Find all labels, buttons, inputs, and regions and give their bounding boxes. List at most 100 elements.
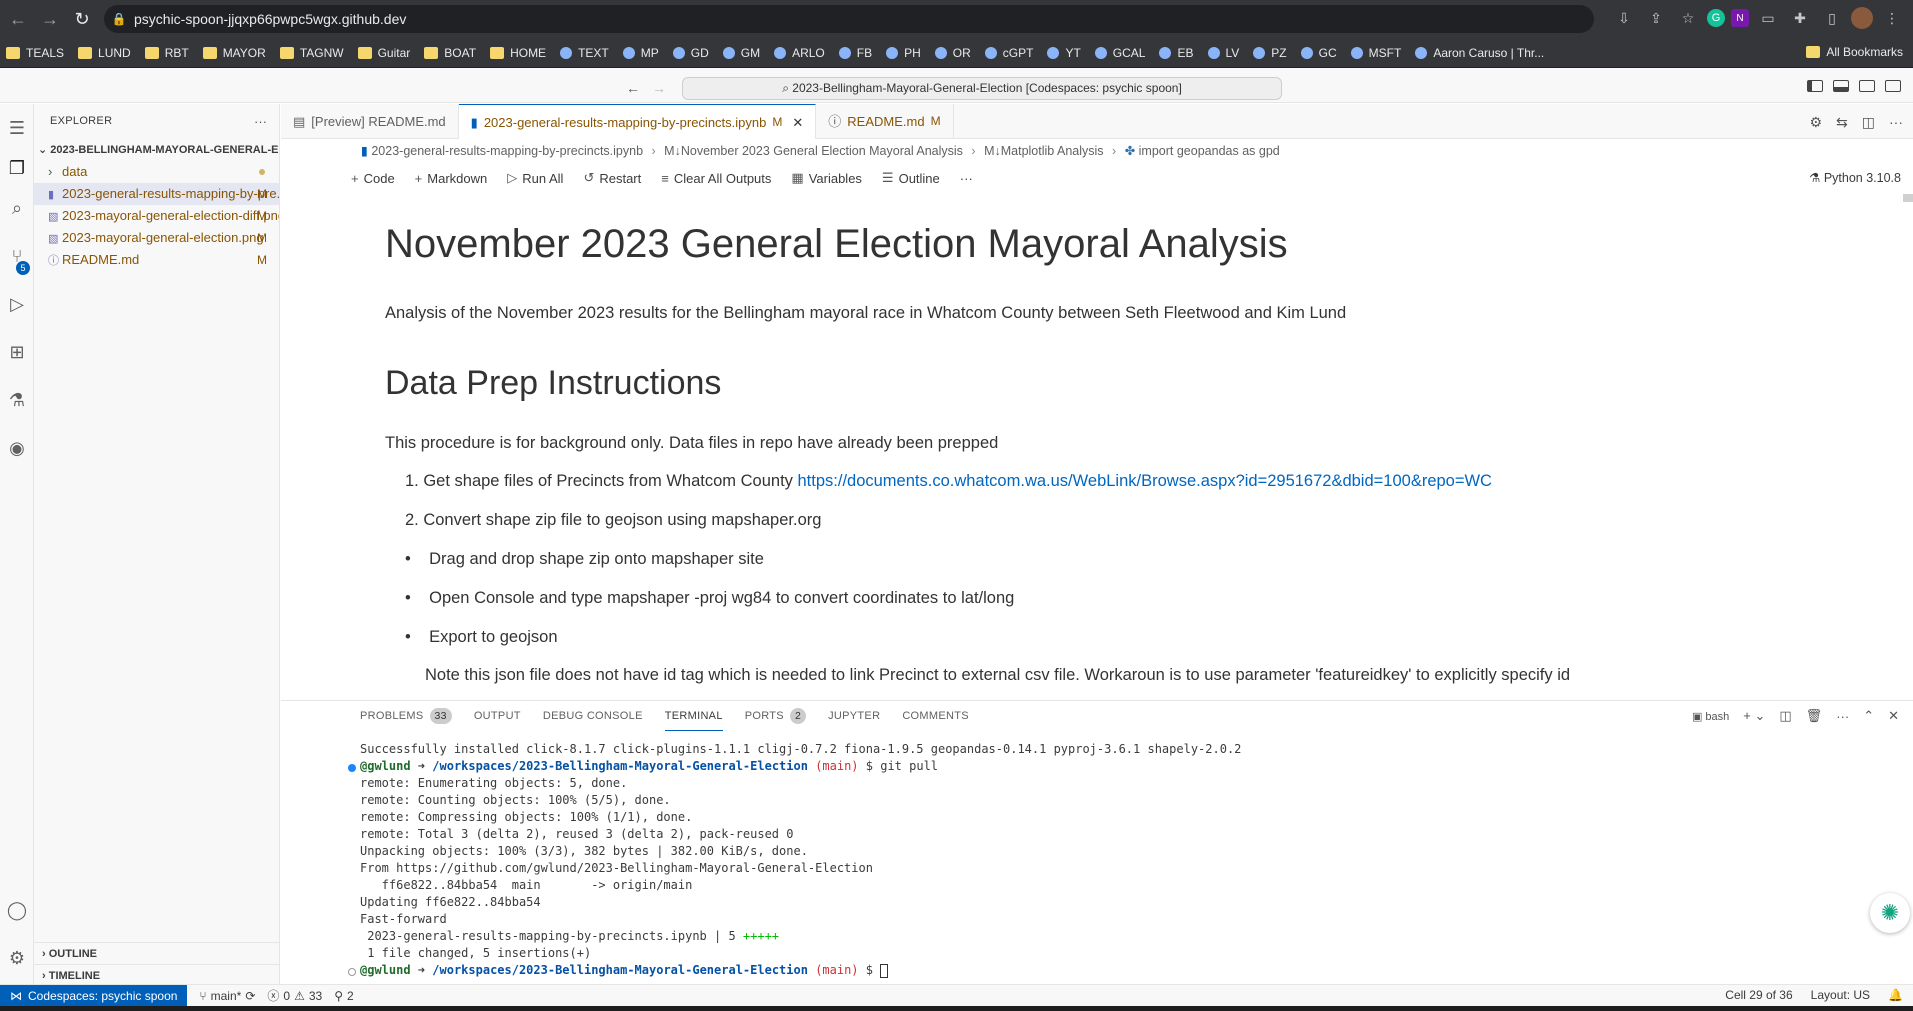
bookmark-item[interactable]: FB <box>838 46 872 60</box>
panel-tab-comments[interactable]: COMMENTS <box>902 701 969 731</box>
all-bookmarks-button[interactable]: All Bookmarks <box>1806 45 1903 59</box>
command-center[interactable]: ⌕ 2023-Bellingham-Mayoral-General-Electi… <box>682 77 1282 100</box>
forward-icon[interactable]: → <box>36 5 64 33</box>
branch-indicator[interactable]: ⑂ main* ⟳ <box>199 989 255 1003</box>
problems-indicator[interactable]: ⓧ 0 ⚠ 33 <box>267 987 322 1004</box>
toggle-primary-sidebar-icon[interactable] <box>1807 80 1823 92</box>
bookmark-item[interactable]: MSFT <box>1350 46 1401 60</box>
clear-outputs-button[interactable]: ≡ Clear All Outputs <box>661 171 771 186</box>
split-terminal-icon[interactable]: ◫ <box>1779 708 1791 724</box>
bookmark-item[interactable]: EB <box>1159 46 1194 60</box>
more-actions-icon[interactable]: ··· <box>1889 114 1903 131</box>
bookmark-item[interactable]: MP <box>622 46 659 60</box>
variables-button[interactable]: ▦ Variables <box>791 170 862 186</box>
bookmark-item[interactable]: TAGNW <box>279 46 344 60</box>
more-toolbar-button[interactable]: ··· <box>960 171 973 186</box>
bookmark-item[interactable]: LV <box>1207 46 1239 60</box>
tab-readme[interactable]: ⓘ README.md M <box>816 104 954 139</box>
close-icon[interactable]: ✕ <box>792 105 803 140</box>
terminal-bash-selector[interactable]: ▣ bash <box>1692 710 1729 723</box>
tree-folder[interactable]: › data <box>34 161 279 183</box>
tree-file[interactable]: ▮ 2023-general-results-mapping-by-pre... M <box>34 183 279 205</box>
workspace-root-folder[interactable]: ⌄ 2023-BELLINGHAM-MAYORAL-GENERAL-ELECTI… <box>34 139 279 161</box>
extensions-icon[interactable]: ⊞ <box>5 340 29 364</box>
ports-indicator[interactable]: ⚲ 2 <box>334 989 353 1003</box>
bookmark-item[interactable]: BOAT <box>424 46 476 60</box>
bookmark-item[interactable]: RBT <box>144 46 189 60</box>
extension-icon[interactable]: ▭ <box>1755 5 1781 31</box>
customize-layout-icon[interactable] <box>1885 80 1901 92</box>
tree-file[interactable]: ▧ 2023-mayoral-general-election.png M <box>34 227 279 249</box>
onenote-extension-icon[interactable]: N <box>1731 9 1749 27</box>
go-back-icon[interactable]: ← <box>626 80 640 96</box>
bookmark-item[interactable]: TEXT <box>560 46 609 60</box>
outline-section[interactable]: › OUTLINE <box>34 942 280 964</box>
cell-indicator[interactable]: Cell 29 of 36 <box>1725 988 1792 1002</box>
remote-indicator[interactable]: ⋈ Codespaces: psychic spoon <box>0 984 188 1007</box>
search-icon[interactable]: ⌕ <box>5 196 29 220</box>
toggle-secondary-sidebar-icon[interactable] <box>1859 80 1875 92</box>
breadcrumb-item[interactable]: M↓Matplotlib Analysis <box>984 144 1104 158</box>
lock-icon[interactable]: 🔒 <box>104 12 134 26</box>
browser-menu-icon[interactable]: ⋮ <box>1879 5 1905 31</box>
extensions-puzzle-icon[interactable]: ✚ <box>1787 5 1813 31</box>
whatcom-shapefile-link[interactable]: https://documents.co.whatcom.wa.us/WebLi… <box>798 472 1492 490</box>
github-icon[interactable]: ◉ <box>5 436 29 460</box>
panel-tab-terminal[interactable]: TERMINAL <box>664 701 723 731</box>
bookmark-item[interactable]: cGPT <box>984 46 1033 60</box>
panel-tab-output[interactable]: OUTPUT <box>474 701 521 731</box>
outline-button[interactable]: ☰ Outline <box>882 170 940 186</box>
bookmark-item[interactable]: GC <box>1300 46 1337 60</box>
grammarly-extension-icon[interactable]: G <box>1707 9 1725 27</box>
profile-avatar[interactable] <box>1851 7 1873 29</box>
address-bar[interactable]: 🔒 psychic-spoon-jjqxp66pwpc5wgx.github.d… <box>104 5 1594 33</box>
bookmark-item[interactable]: YT <box>1047 46 1081 60</box>
keyboard-layout[interactable]: Layout: US <box>1811 988 1870 1002</box>
bookmark-item[interactable]: GM <box>722 46 760 60</box>
panel-tab-ports[interactable]: PORTS 2 <box>745 701 807 731</box>
kernel-picker[interactable]: ⚗ Python 3.10.8 <box>1809 170 1901 185</box>
breadcrumb-item[interactable]: import geopandas as gpd <box>1139 144 1280 158</box>
explorer-files-icon[interactable]: ❐ <box>5 156 29 180</box>
breadcrumb-item[interactable]: M↓November 2023 General Election Mayoral… <box>664 144 963 158</box>
tree-file[interactable]: ▧ 2023-mayoral-general-election-diff.png M <box>34 205 279 227</box>
bookmark-item[interactable]: OR <box>934 46 971 60</box>
bookmark-item[interactable]: Aaron Caruso | Thr... <box>1415 46 1544 60</box>
tab-preview-readme[interactable]: ▤ [Preview] README.md <box>281 104 459 139</box>
bookmark-item[interactable]: TEALS <box>6 46 64 60</box>
go-forward-icon[interactable]: → <box>652 80 666 96</box>
accounts-icon[interactable]: ◯ <box>5 898 29 922</box>
bookmark-item[interactable]: ARLO <box>774 46 825 60</box>
testing-flask-icon[interactable]: ⚗ <box>5 388 29 412</box>
maximize-panel-icon[interactable]: ⌃ <box>1863 708 1874 724</box>
toggle-panel-icon[interactable] <box>1833 80 1849 92</box>
share-icon[interactable]: ⇪ <box>1643 5 1669 31</box>
tab-notebook[interactable]: ▮ 2023-general-results-mapping-by-precin… <box>458 104 817 140</box>
bookmark-item[interactable]: LUND <box>78 46 131 60</box>
side-panel-icon[interactable]: ▯ <box>1819 5 1845 31</box>
timeline-section[interactable]: › TIMELINE <box>34 964 280 986</box>
bookmark-item[interactable]: GD <box>672 46 709 60</box>
manage-gear-icon[interactable]: ⚙ <box>5 946 29 970</box>
split-editor-icon[interactable]: ◫ <box>1862 114 1875 131</box>
scrollbar-thumb[interactable] <box>1903 194 1913 202</box>
run-all-button[interactable]: ▷ Run All <box>507 170 563 186</box>
settings-gear-icon[interactable]: ⚙ <box>1809 114 1822 131</box>
panel-tab-problems[interactable]: PROBLEMS 33 <box>360 701 452 731</box>
panel-tab-jupyter[interactable]: JUPYTER <box>828 701 880 731</box>
new-terminal-icon[interactable]: + ⌄ <box>1743 708 1765 724</box>
restart-button[interactable]: ↺ Restart <box>583 170 641 186</box>
compare-changes-icon[interactable]: ⇆ <box>1836 114 1848 131</box>
panel-tab-debug-console[interactable]: DEBUG CONSOLE <box>543 701 643 731</box>
run-debug-icon[interactable]: ▷ <box>5 292 29 316</box>
bookmark-item[interactable]: MAYOR <box>202 46 266 60</box>
back-icon[interactable]: ← <box>4 5 32 33</box>
bookmark-item[interactable]: Guitar <box>357 46 410 60</box>
reload-icon[interactable]: ↻ <box>68 5 96 33</box>
bookmark-item[interactable]: HOME <box>490 46 546 60</box>
terminal-output[interactable]: Successfully installed click-8.1.7 click… <box>360 741 1860 979</box>
bookmark-star-icon[interactable]: ☆ <box>1675 5 1701 31</box>
tree-file[interactable]: ⓘ README.md M <box>34 249 279 271</box>
close-panel-icon[interactable]: ✕ <box>1888 708 1899 724</box>
bookmark-item[interactable]: PZ <box>1253 46 1287 60</box>
